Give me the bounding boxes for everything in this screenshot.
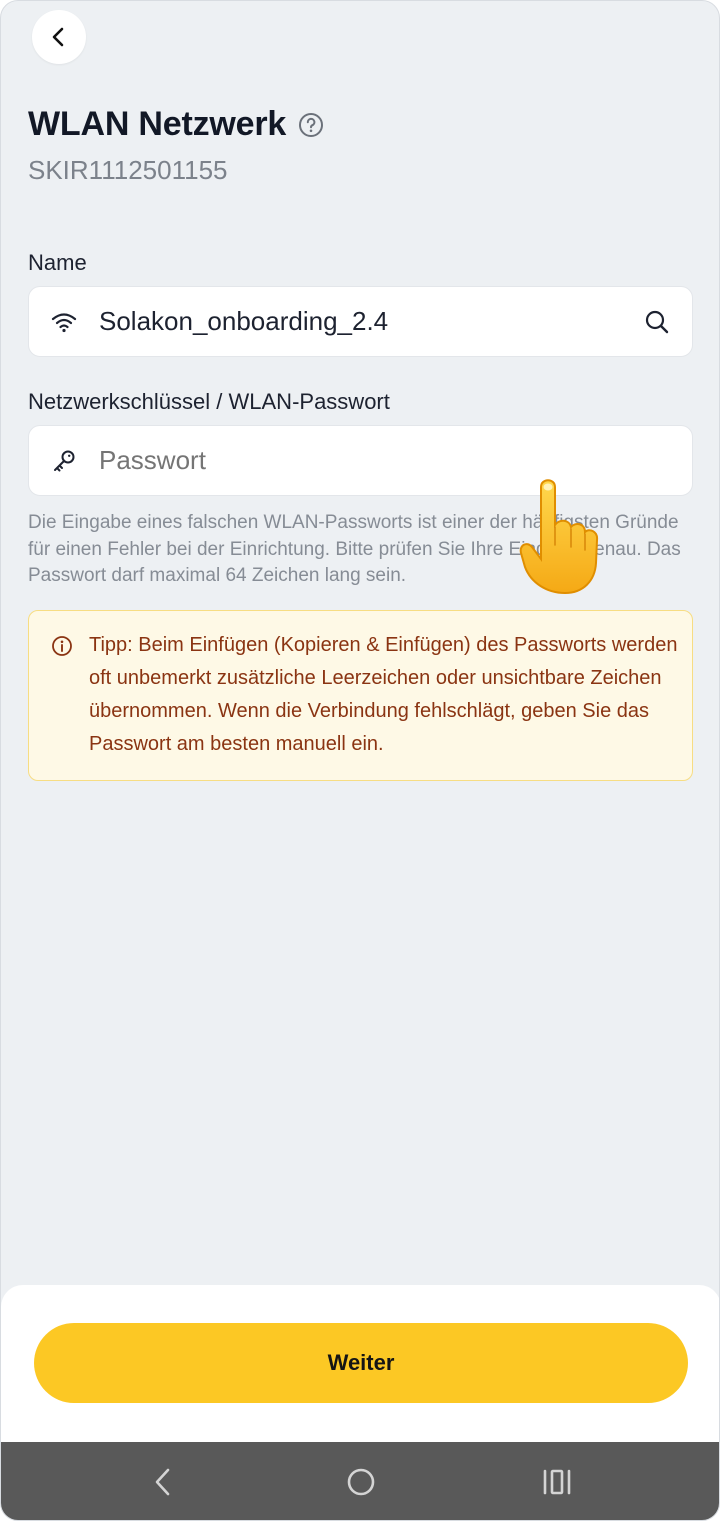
system-navigation-bar bbox=[1, 1442, 719, 1520]
nav-back-icon bbox=[155, 1468, 170, 1496]
question-circle-icon[interactable] bbox=[298, 112, 324, 138]
chevron-left-icon bbox=[52, 27, 64, 47]
bottom-action-area: Weiter bbox=[1, 1285, 719, 1445]
key-icon bbox=[29, 448, 99, 474]
tip-box: Tipp: Beim Einfügen (Kopieren & Einfügen… bbox=[28, 610, 693, 781]
nav-home-icon bbox=[347, 1468, 375, 1496]
back-button[interactable] bbox=[32, 10, 86, 64]
info-circle-icon bbox=[52, 636, 72, 656]
password-input[interactable] bbox=[99, 445, 692, 476]
nav-recents-button[interactable] bbox=[512, 1442, 602, 1520]
network-name-value: Solakon_onboarding_2.4 bbox=[99, 306, 389, 336]
network-name-field[interactable]: Solakon_onboarding_2.4 bbox=[28, 286, 693, 357]
pointing-hand-icon bbox=[519, 475, 603, 602]
nav-recents-icon bbox=[543, 1469, 571, 1495]
nav-back-button[interactable] bbox=[119, 1442, 209, 1520]
nav-home-button[interactable] bbox=[316, 1442, 406, 1520]
name-label: Name bbox=[28, 250, 87, 275]
screen: WLAN Netzwerk SKIR1112501155 Name Solako… bbox=[0, 0, 720, 1521]
page-title-row: WLAN Netzwerk bbox=[28, 105, 324, 144]
search-icon[interactable] bbox=[622, 309, 692, 335]
page-title: WLAN Netzwerk bbox=[28, 105, 287, 143]
wifi-icon bbox=[29, 310, 99, 334]
device-serial: SKIR1112501155 bbox=[28, 155, 228, 185]
password-label: Netzwerkschlüssel / WLAN-Passwort bbox=[28, 389, 390, 414]
tip-text: Tipp: Beim Einfügen (Kopieren & Einfügen… bbox=[89, 634, 678, 755]
continue-button[interactable]: Weiter bbox=[34, 1323, 688, 1403]
